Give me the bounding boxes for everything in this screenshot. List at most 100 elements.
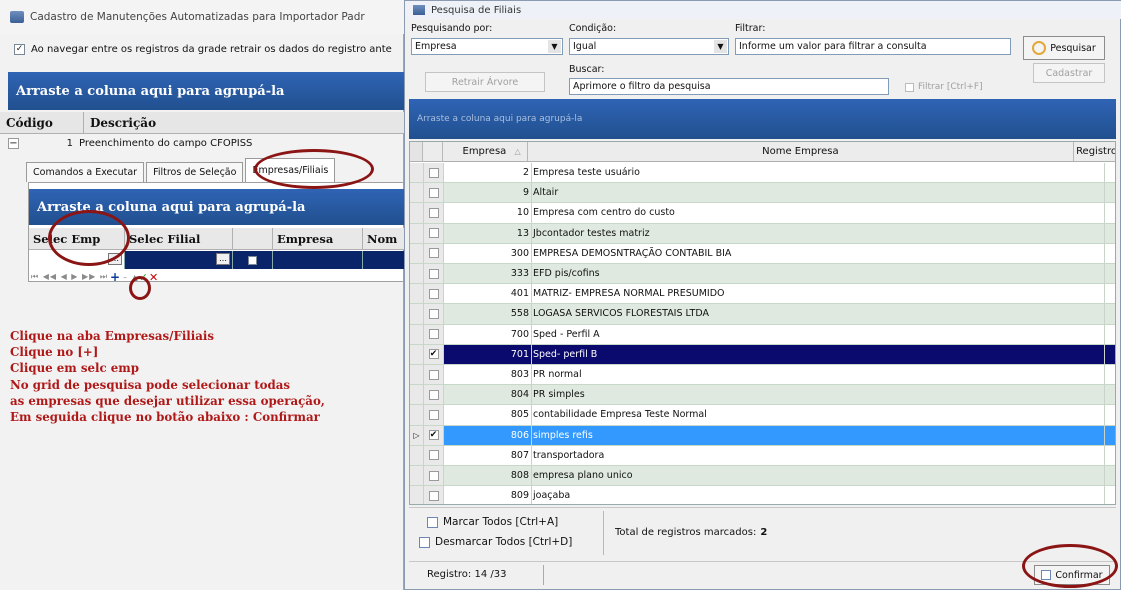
column-header-registro[interactable]: Registro [1074, 142, 1115, 161]
empresa-code[interactable]: 13 [444, 223, 532, 243]
row-check-cell[interactable] [424, 243, 444, 263]
table-row[interactable]: − 1 Preenchimento do campo CFOPISS [0, 135, 404, 151]
row-checkbox[interactable] [428, 389, 439, 400]
column-header-descricao[interactable]: Descrição [84, 116, 156, 130]
table-row[interactable]: 700 Sped - Perfil A [410, 324, 1115, 345]
registro-cell[interactable] [1105, 223, 1115, 243]
selec-filial-lookup-button[interactable]: … [216, 253, 230, 265]
chevron-down-icon[interactable]: ▼ [548, 40, 561, 53]
empresa-name[interactable]: MATRIZ- EMPRESA NORMAL PRESUMIDO [532, 284, 1105, 304]
row-checkbox[interactable] [428, 288, 439, 299]
empresa-name[interactable]: PR simples [532, 385, 1105, 405]
empresa-code[interactable]: 558 [444, 304, 532, 324]
selec-filial-cell[interactable]: … [125, 251, 233, 269]
empresa-cell[interactable] [273, 251, 363, 269]
empresa-name[interactable]: contabilidade Empresa Teste Normal [532, 405, 1105, 425]
empresa-name[interactable]: joaçaba [532, 486, 1105, 504]
table-row[interactable]: 807 transportadora [410, 445, 1115, 466]
group-by-area[interactable]: Arraste a coluna aqui para agrupá-la [8, 72, 404, 110]
column-header-nome[interactable]: Nom [363, 228, 405, 249]
table-row[interactable]: 558 LOGASA SERVICOS FLORESTAIS LTDA [410, 304, 1115, 325]
row-checkbox[interactable] [428, 369, 439, 380]
row-check-cell[interactable] [424, 486, 444, 504]
find-input[interactable]: Aprimore o filtro da pesquisa [569, 78, 889, 95]
registro-cell[interactable] [1105, 244, 1115, 263]
table-row[interactable]: 10 Empresa com centro do custo [410, 203, 1115, 224]
table-row[interactable]: 300 EMPRESA DEMOSNTRAÇÃO CONTABIL BIA [410, 243, 1115, 264]
row-check-cell[interactable] [424, 304, 444, 324]
row-check-cell[interactable]: ✔ [424, 344, 444, 364]
empresa-name[interactable]: Sped- perfil B [532, 344, 1105, 364]
table-row[interactable]: 808 empresa plano unico [410, 466, 1115, 487]
empresa-name[interactable]: LOGASA SERVICOS FLORESTAIS LTDA [532, 304, 1105, 324]
empresa-name[interactable]: empresa plano unico [532, 466, 1105, 486]
registro-cell[interactable] [1105, 203, 1115, 222]
row-checkbox[interactable] [428, 167, 439, 178]
table-row[interactable]: 804 PR simples [410, 385, 1115, 406]
row-checkbox[interactable] [428, 228, 439, 239]
empresa-name[interactable]: PR normal [532, 365, 1105, 385]
row-check-cell[interactable] [424, 385, 444, 405]
column-header-empresa[interactable]: Empresa [273, 228, 363, 249]
registro-cell[interactable] [1105, 466, 1115, 486]
row-check-cell[interactable] [424, 324, 444, 344]
registro-cell[interactable] [1105, 344, 1115, 364]
collapse-row-button[interactable]: − [8, 137, 19, 149]
column-header-blank[interactable] [233, 228, 273, 249]
empresa-name[interactable]: Sped - Perfil A [532, 324, 1105, 344]
row-check-cell[interactable] [424, 284, 444, 304]
empresa-code[interactable]: 300 [444, 243, 532, 263]
empresa-name[interactable]: EMPRESA DEMOSNTRAÇÃO CONTABIL BIA [532, 243, 1105, 263]
collapse-tree-button[interactable]: Retrair Árvore [425, 72, 545, 92]
column-header-nome-empresa[interactable]: Nome Empresa [528, 142, 1075, 161]
row-check-cell[interactable] [424, 264, 444, 284]
empresa-code[interactable]: 700 [444, 324, 532, 344]
empresa-name[interactable]: EFD pis/cofins [532, 264, 1105, 284]
registro-cell[interactable] [1105, 163, 1115, 182]
filter-input[interactable]: Informe um valor para filtrar a consulta [735, 38, 1011, 55]
cancel-record-button[interactable]: ✕ [149, 271, 159, 284]
registro-cell[interactable] [1105, 183, 1115, 203]
row-check-cell[interactable] [233, 251, 273, 269]
row-checkbox[interactable] [428, 187, 439, 198]
empresa-code[interactable]: 804 [444, 385, 532, 405]
registro-cell[interactable] [1105, 365, 1115, 384]
filter-toggle[interactable]: Filtrar [Ctrl+F] [905, 82, 983, 92]
table-row[interactable]: 803 PR normal [410, 365, 1115, 386]
row-checkbox[interactable] [428, 268, 439, 279]
row-checkbox[interactable] [428, 450, 439, 461]
search-button[interactable]: Pesquisar [1023, 36, 1105, 60]
empresa-code[interactable]: 9 [444, 183, 532, 203]
row-check-cell[interactable] [424, 203, 444, 223]
row-checkbox[interactable] [428, 409, 439, 420]
table-row[interactable]: 13 Jbcontador testes matriz [410, 223, 1115, 244]
row-check-cell[interactable] [424, 183, 444, 203]
search-by-select[interactable]: Empresa ▼ [411, 38, 563, 55]
empresa-name[interactable]: Empresa teste usuário [532, 163, 1105, 183]
add-record-button[interactable]: + [110, 270, 121, 284]
tab-filtros[interactable]: Filtros de Seleção [146, 162, 244, 182]
registro-cell[interactable] [1105, 304, 1115, 324]
empresa-code[interactable]: 10 [444, 203, 532, 223]
row-check-cell[interactable] [424, 466, 444, 486]
empresa-code[interactable]: 805 [444, 405, 532, 425]
retract-on-navigate-option[interactable]: ✓ Ao navegar entre os registros da grade… [14, 44, 392, 55]
empresa-code[interactable]: 701 [444, 344, 532, 364]
row-check-cell[interactable] [424, 365, 444, 385]
table-row[interactable]: 401 MATRIZ- EMPRESA NORMAL PRESUMIDO [410, 284, 1115, 305]
row-checkbox[interactable] [248, 255, 257, 265]
empresa-code[interactable]: 808 [444, 466, 532, 486]
empresa-code[interactable]: 401 [444, 284, 532, 304]
empresa-code[interactable]: 809 [444, 486, 532, 504]
row-checkbox[interactable]: ✔ [428, 430, 439, 441]
row-check-cell[interactable] [424, 163, 444, 183]
empresa-code[interactable]: 807 [444, 445, 532, 465]
row-checkbox[interactable] [428, 308, 439, 319]
empresa-name[interactable]: transportadora [532, 445, 1105, 465]
table-row[interactable]: 333 EFD pis/cofins [410, 264, 1115, 285]
table-row[interactable]: 809 joaçaba [410, 486, 1115, 504]
chevron-down-icon[interactable]: ▼ [714, 40, 727, 53]
registro-cell[interactable] [1105, 385, 1115, 405]
retract-checkbox[interactable]: ✓ [14, 44, 25, 55]
row-check-cell[interactable] [424, 223, 444, 243]
